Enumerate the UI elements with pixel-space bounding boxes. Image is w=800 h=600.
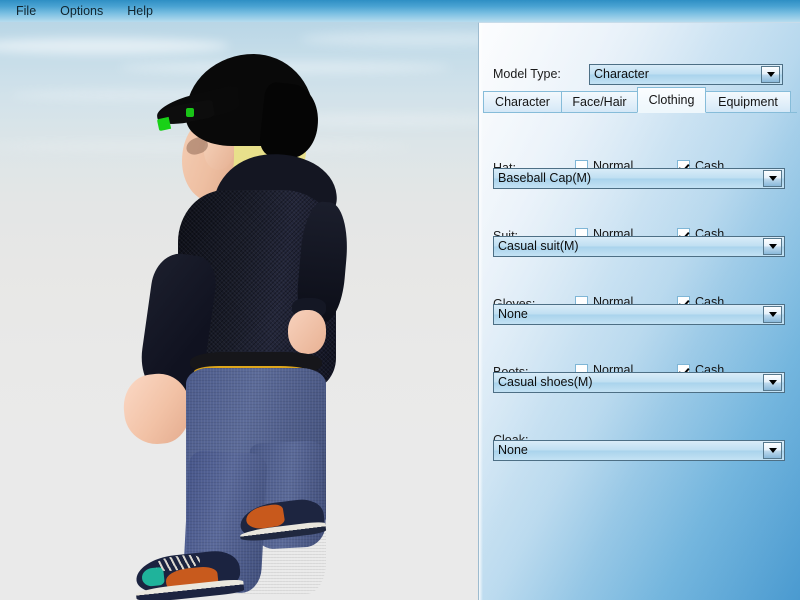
model-type-value: Character <box>594 67 649 81</box>
hat-dropdown[interactable]: Baseball Cap(M) <box>493 168 785 189</box>
menu-item-file[interactable]: File <box>6 0 46 22</box>
suit-value: Casual suit(M) <box>498 239 579 253</box>
tab-character[interactable]: Character <box>483 91 562 113</box>
avatar-cap-back <box>258 81 322 161</box>
cloak-value: None <box>498 443 528 457</box>
settings-panel: Model Type: Character Character Face/Hai… <box>478 22 800 600</box>
chevron-down-icon[interactable] <box>763 238 782 255</box>
tab-bar: Character Face/Hair Clothing Equipment <box>483 87 797 113</box>
chevron-down-icon[interactable] <box>763 306 782 323</box>
gloves-dropdown[interactable]: None <box>493 304 785 325</box>
suit-dropdown[interactable]: Casual suit(M) <box>493 236 785 257</box>
chevron-down-icon[interactable] <box>763 442 782 459</box>
boots-dropdown[interactable]: Casual shoes(M) <box>493 372 785 393</box>
menu-item-help[interactable]: Help <box>117 0 163 22</box>
model-type-dropdown[interactable]: Character <box>589 64 783 85</box>
menu-bar: File Options Help <box>0 0 800 22</box>
character-viewport[interactable] <box>0 22 478 600</box>
hat-value: Baseball Cap(M) <box>498 171 592 185</box>
boots-value: Casual shoes(M) <box>498 375 593 389</box>
character-avatar[interactable] <box>0 22 478 600</box>
menu-item-options[interactable]: Options <box>50 0 113 22</box>
avatar-cap-accent <box>156 116 172 132</box>
tab-face-hair[interactable]: Face/Hair <box>561 91 638 113</box>
chevron-down-icon[interactable] <box>761 66 780 83</box>
chevron-down-icon[interactable] <box>763 170 782 187</box>
app-window: File Options Help Model Type: Character … <box>0 0 800 600</box>
avatar-right-hand <box>288 310 326 354</box>
tab-clothing[interactable]: Clothing <box>637 87 706 113</box>
avatar-cap-accent <box>186 108 194 117</box>
model-type-label: Model Type: <box>493 67 561 81</box>
tab-equipment[interactable]: Equipment <box>705 91 791 113</box>
cloak-dropdown[interactable]: None <box>493 440 785 461</box>
gloves-value: None <box>498 307 528 321</box>
chevron-down-icon[interactable] <box>763 374 782 391</box>
